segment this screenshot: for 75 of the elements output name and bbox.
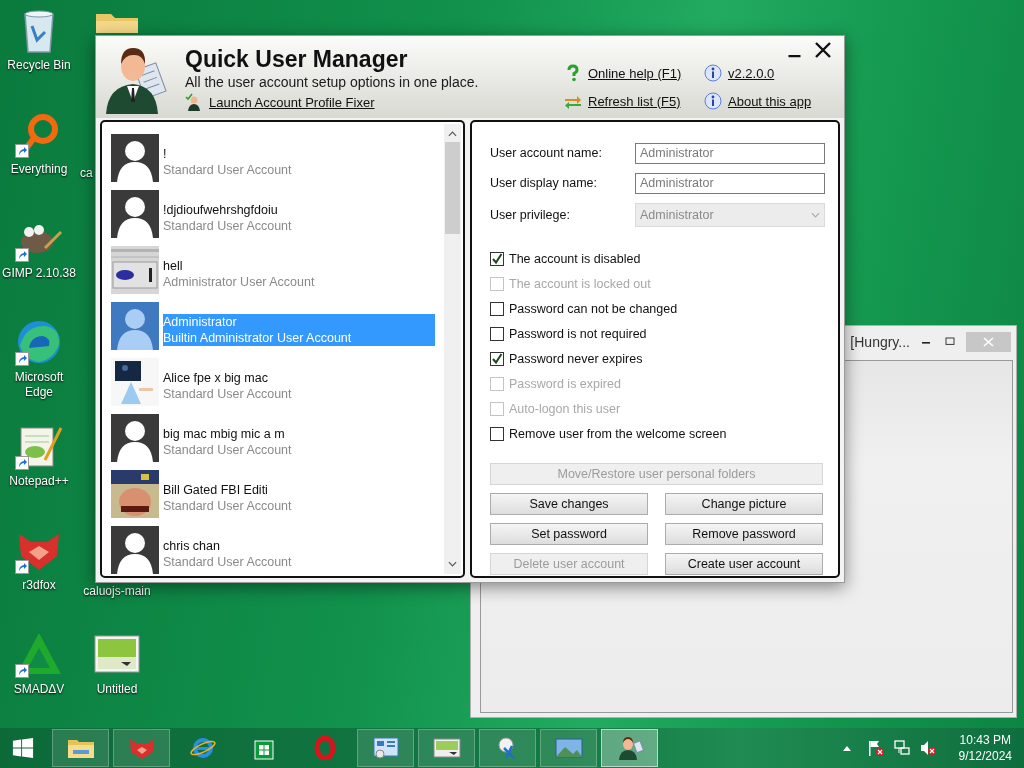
action-button[interactable]: Save changes: [490, 493, 648, 515]
checkbox[interactable]: [490, 251, 504, 266]
user-silhouette-icon[interactable]: [111, 134, 159, 182]
checkbox[interactable]: [490, 351, 504, 366]
taskbar-button[interactable]: [418, 729, 475, 767]
scroll-up-icon[interactable]: [448, 131, 457, 137]
taskbar-button[interactable]: [479, 729, 536, 767]
user-check-icon: [185, 93, 203, 111]
taskbar-button[interactable]: [357, 729, 414, 767]
text-field[interactable]: Administrator: [635, 142, 825, 164]
desktop-icon-label[interactable]: Untitled: [96, 682, 138, 697]
user-silhouette-icon[interactable]: [111, 190, 159, 238]
desktop-icon-label[interactable]: Recycle Bin: [7, 58, 71, 73]
desktop-icon-label[interactable]: Notepad++: [9, 474, 69, 489]
checkbox-label[interactable]: Password can not be changed: [509, 301, 678, 316]
app-subtitle: All the user account setup options in one place.: [185, 73, 479, 91]
flag-icon[interactable]: [866, 739, 885, 757]
scroll-down-icon[interactable]: [448, 561, 457, 567]
scroll-thumb[interactable]: [445, 142, 460, 234]
checkbox-label[interactable]: Password never expires: [509, 351, 643, 366]
field-label: User privilege:: [490, 208, 571, 222]
network-icon[interactable]: [892, 739, 911, 757]
user-list-item[interactable]: chris chan Standard User Account: [163, 538, 435, 570]
swirl-icon[interactable]: [15, 318, 63, 366]
taskbar-button[interactable]: [52, 729, 109, 767]
desktop-icon-label[interactable]: GIMP 2.10.38: [2, 266, 76, 281]
clock[interactable]: 10:43 PM 9/12/2024: [958, 732, 1012, 764]
header-link[interactable]: Online help (F1): [588, 65, 682, 81]
minimize-icon[interactable]: [787, 54, 802, 58]
action-button[interactable]: Change picture: [665, 493, 823, 515]
windows-logo-icon: [12, 737, 34, 759]
landscape-icon: [554, 736, 583, 760]
action-button[interactable]: Remove password: [665, 523, 823, 545]
app-title: Quick User Manager: [185, 46, 409, 73]
control-panel-icon: [371, 736, 400, 760]
checkbox-label[interactable]: Password is not required: [509, 326, 647, 341]
scrollbar[interactable]: [444, 124, 461, 574]
user-silhouette-icon[interactable]: [111, 414, 159, 462]
desktop-icon-label[interactable]: Microsoft Edge: [1, 370, 77, 400]
checkbox-label[interactable]: Remove user from the welcome screen: [509, 426, 727, 441]
profile-fixer-link[interactable]: Launch Account Profile Fixer: [209, 94, 375, 110]
window-title: [Hungry...: [850, 334, 910, 350]
text-field[interactable]: Administrator: [635, 172, 825, 194]
checkbox-label[interactable]: The account is disabled: [509, 251, 641, 266]
taskbar-button[interactable]: [601, 729, 658, 767]
checkbox[interactable]: [490, 301, 504, 316]
fox-icon: [127, 736, 156, 760]
checkbox[interactable]: [490, 326, 504, 341]
caret-up-icon[interactable]: [842, 745, 851, 751]
user-silhouette-icon[interactable]: [111, 526, 159, 574]
desktop-icon-label[interactable]: Everything: [10, 162, 68, 177]
info-icon: [704, 92, 722, 110]
close-icon[interactable]: [814, 41, 832, 59]
user-list-item[interactable]: !djdioufwehrshgfdoiu Standard User Account: [163, 202, 435, 234]
header-link[interactable]: v2.2.0.0: [728, 65, 775, 81]
user-list-item[interactable]: ! Standard User Account: [163, 146, 435, 178]
user-list-item[interactable]: Alice fpe x big mac Standard User Account: [163, 370, 435, 402]
user-list-item[interactable]: big mac mbig mic a m Standard User Account: [163, 426, 435, 458]
action-button[interactable]: Set password: [490, 523, 648, 545]
action-button[interactable]: Create user account: [665, 553, 823, 575]
desktop-icon-label[interactable]: caluojs-main: [83, 584, 151, 599]
globe-icon: [188, 736, 217, 760]
field-label: User account name:: [490, 146, 603, 160]
image-file-icon: [432, 736, 461, 760]
header-link[interactable]: About this app: [728, 93, 812, 109]
user-list-item[interactable]: hell Administrator User Account: [163, 258, 435, 290]
desktop-icon-label[interactable]: ca: [80, 166, 93, 181]
field-label: User display name:: [490, 176, 598, 190]
desktop-icon-label[interactable]: r3dfox: [22, 578, 56, 593]
speaker-muted-icon[interactable]: [918, 739, 937, 757]
checkbox[interactable]: [490, 426, 504, 441]
user-list-item[interactable]: Bill Gated FBI Editi Standard User Account: [163, 482, 435, 514]
info-icon: [704, 64, 722, 82]
desktop-icon-label[interactable]: SMADΔV: [13, 682, 65, 697]
header-link[interactable]: Refresh list (F5): [588, 93, 681, 109]
